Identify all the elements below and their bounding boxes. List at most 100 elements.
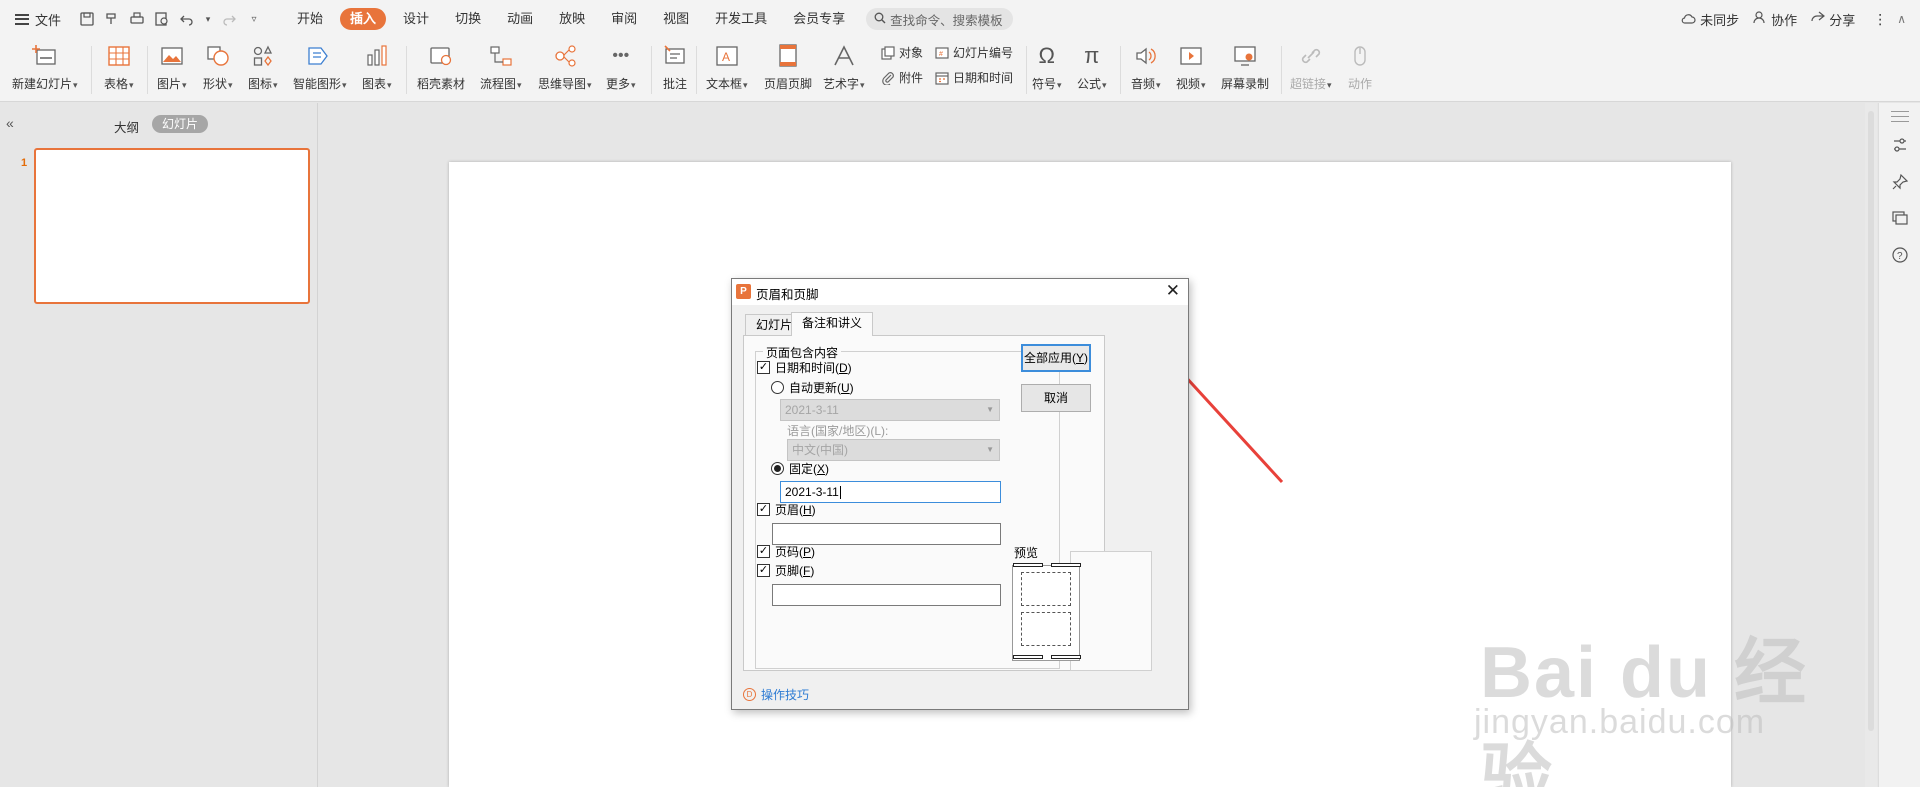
print-preview-icon[interactable]: [154, 11, 170, 27]
new-slide-button[interactable]: 新建幻灯片: [12, 42, 78, 92]
date-time-checkbox[interactable]: ✓ 日期和时间(D): [757, 359, 852, 376]
picture-label: 图片: [157, 75, 187, 92]
material-icon: [427, 42, 455, 70]
footer-input[interactable]: [772, 584, 1001, 606]
dialog-titlebar[interactable]: P 页眉和页脚 ✕: [732, 279, 1188, 305]
transition-icon[interactable]: [1891, 209, 1909, 227]
auto-update-radio[interactable]: 自动更新(U): [771, 379, 854, 396]
more-label: 更多: [606, 75, 636, 92]
shape-label: 形状: [203, 75, 233, 92]
more-menu-icon[interactable]: ⋮: [1873, 11, 1887, 28]
shape-button[interactable]: 形状: [203, 42, 233, 92]
properties-icon[interactable]: [1891, 136, 1909, 154]
flowchart-button[interactable]: 流程图: [480, 42, 522, 92]
tab-notes-handouts[interactable]: 备注和讲义: [791, 312, 874, 336]
help-icon[interactable]: ?: [1891, 246, 1909, 264]
screen-record-button[interactable]: 屏幕录制: [1221, 42, 1269, 92]
tab-developer[interactable]: 开发工具: [702, 0, 780, 38]
comment-button[interactable]: 批注: [661, 42, 689, 92]
tab-member[interactable]: 会员专享: [780, 0, 858, 38]
radio-selected-icon: [771, 462, 784, 475]
tab-slides[interactable]: 幻灯片: [152, 115, 209, 133]
svg-text:A: A: [722, 50, 730, 64]
undo-dropdown-icon[interactable]: ▾: [204, 11, 212, 27]
icon-button[interactable]: 图标: [248, 42, 278, 92]
apply-all-button[interactable]: 全部应用(Y): [1021, 344, 1091, 372]
symbol-button[interactable]: Ω 符号: [1032, 42, 1062, 92]
undo-icon[interactable]: [179, 11, 195, 27]
object-button[interactable]: 对象: [880, 44, 923, 61]
format-painter-icon[interactable]: [104, 11, 120, 27]
file-menu[interactable]: 文件: [35, 10, 61, 29]
chart-button[interactable]: 图表: [362, 42, 392, 92]
slide-thumbnail[interactable]: [34, 148, 310, 304]
vertical-scrollbar[interactable]: [1865, 103, 1877, 787]
tab-outline[interactable]: 大纲: [114, 117, 139, 136]
checkbox-checkmark-icon: ✓: [757, 361, 770, 374]
pin-icon[interactable]: [1891, 173, 1909, 191]
footer-checkbox[interactable]: ✓ 页脚(F): [757, 562, 814, 579]
collapse-panel-icon[interactable]: «: [6, 115, 14, 131]
menu-bar: 文件 ▾ ▿ 开始 插入 设计 切换 动画 放映 审阅 视图 开发工具 会员专享…: [0, 0, 1920, 38]
textbox-button[interactable]: A 文本框: [706, 42, 748, 92]
attachment-button[interactable]: 附件: [880, 69, 923, 86]
redo-icon[interactable]: [221, 11, 237, 27]
material-button[interactable]: 稻壳素材: [417, 42, 465, 92]
tab-transitions[interactable]: 切换: [442, 0, 494, 38]
tips-icon: D: [743, 688, 756, 701]
save-icon[interactable]: [79, 11, 95, 27]
tab-review[interactable]: 审阅: [598, 0, 650, 38]
tab-home[interactable]: 开始: [284, 0, 336, 38]
page-number-checkbox[interactable]: ✓ 页码(P): [757, 543, 815, 560]
object-icon: [880, 45, 896, 61]
tab-design[interactable]: 设计: [390, 0, 442, 38]
tab-animations[interactable]: 动画: [494, 0, 546, 38]
collaborate-button[interactable]: 协作: [1753, 10, 1797, 29]
dropdown-arrow-icon: ▼: [986, 445, 994, 454]
customize-toolbar-icon[interactable]: ▿: [246, 11, 262, 27]
audio-button[interactable]: 音频: [1131, 42, 1161, 92]
fixed-accesskey: X: [817, 461, 826, 476]
scrollbar-thumb[interactable]: [1868, 111, 1874, 731]
tab-view[interactable]: 视图: [650, 0, 702, 38]
tab-insert[interactable]: 插入: [340, 0, 387, 38]
search-placeholder: 查找命令、搜索模板: [890, 13, 1003, 28]
mindmap-button[interactable]: 思维导图: [538, 42, 592, 92]
hyperlink-button[interactable]: 超链接: [1290, 42, 1332, 92]
slide-number-button[interactable]: # 幻灯片编号: [934, 44, 1013, 61]
search-icon: [874, 12, 886, 27]
fixed-radio[interactable]: 固定(X): [771, 460, 829, 477]
action-button[interactable]: 动作: [1346, 42, 1374, 92]
speaker-icon: [1132, 42, 1160, 70]
header-checkbox[interactable]: ✓ 页眉(H): [757, 501, 816, 518]
header-input[interactable]: [772, 523, 1001, 545]
sync-status[interactable]: 未同步: [1681, 10, 1739, 29]
preview-group: [1070, 551, 1152, 671]
ribbon-separator: [1120, 46, 1121, 94]
smart-art-button[interactable]: 智能图形: [293, 42, 347, 92]
date-time-button[interactable]: 日期和时间: [934, 69, 1013, 86]
hamburger-menu-icon[interactable]: [15, 13, 29, 25]
word-art-button[interactable]: 艺术字: [823, 42, 865, 92]
command-search[interactable]: 查找命令、搜索模板: [866, 8, 1013, 30]
collapse-ribbon-icon[interactable]: ∧: [1897, 12, 1906, 26]
header-footer-icon: [774, 42, 802, 70]
language-value: 中文(中国): [792, 443, 848, 457]
share-button[interactable]: 分享: [1811, 10, 1855, 29]
print-icon[interactable]: [129, 11, 145, 27]
checkbox-checkmark-icon: ✓: [757, 564, 770, 577]
fixed-date-input[interactable]: 2021-3-11: [780, 481, 1001, 503]
video-button[interactable]: 视频: [1176, 42, 1206, 92]
close-icon[interactable]: ✕: [1166, 281, 1180, 301]
picture-button[interactable]: 图片: [157, 42, 187, 92]
hyperlink-label: 超链接: [1290, 75, 1332, 92]
tab-slideshow[interactable]: 放映: [546, 0, 598, 38]
language-label: 语言(国家/地区)(L):: [787, 424, 889, 438]
more-button[interactable]: ••• 更多: [606, 42, 636, 92]
table-button[interactable]: 表格: [104, 42, 134, 92]
header-footer-button[interactable]: 页眉页脚: [764, 42, 812, 92]
cancel-button[interactable]: 取消: [1021, 384, 1091, 412]
formula-button[interactable]: π 公式: [1077, 42, 1107, 92]
user-add-icon: [1753, 11, 1767, 27]
help-link[interactable]: D 操作技巧: [743, 686, 809, 703]
